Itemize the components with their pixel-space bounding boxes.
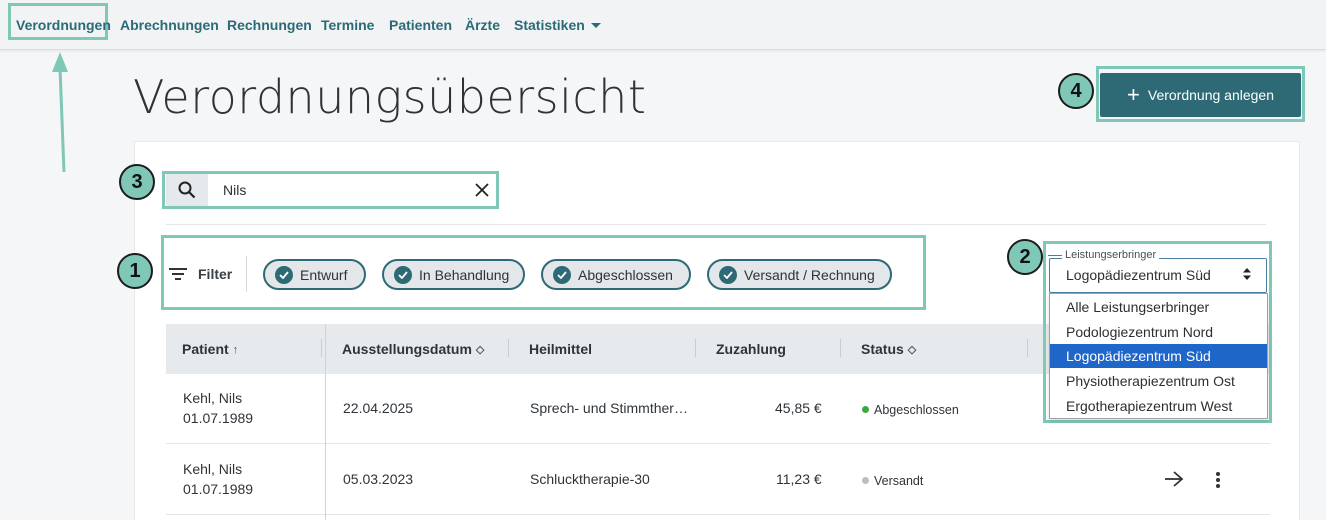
- check-icon: [394, 265, 412, 284]
- nav-item-statistiken-label: Statistiken: [514, 17, 585, 33]
- status-dot-icon: [862, 477, 869, 484]
- provider-dropdown-list: Alle Leistungserbringer Podologiezentrum…: [1049, 293, 1268, 419]
- chip-label: Versandt / Rechnung: [744, 266, 875, 283]
- filter-label[interactable]: Filter: [198, 266, 232, 282]
- column-header-status[interactable]: Status ◇: [861, 341, 916, 357]
- provider-legend: Leistungserbringer: [1062, 249, 1160, 261]
- column-separator: [321, 339, 322, 357]
- nav-item-statistiken[interactable]: Statistiken: [514, 17, 601, 33]
- nav-item-rechnungen[interactable]: Rechnungen: [227, 17, 312, 33]
- status-badge: Abgeschlossen: [862, 401, 959, 417]
- close-icon[interactable]: [474, 182, 490, 198]
- column-separator: [695, 339, 696, 357]
- sort-icon: ◇: [907, 344, 917, 356]
- column-header-date[interactable]: Ausstellungsdatum ◇: [342, 341, 484, 357]
- status-label: Versandt: [874, 474, 924, 488]
- column-separator: [1027, 339, 1028, 357]
- create-button-label: Verordnung anlegen: [1147, 87, 1274, 103]
- copay: 45,85 €: [775, 400, 822, 416]
- nav-item-patienten[interactable]: Patienten: [389, 17, 452, 33]
- nav-item-abrechnungen[interactable]: Abrechnungen: [120, 17, 219, 33]
- filter-chip-abgeschlossen[interactable]: Abgeschlossen: [541, 259, 691, 290]
- patient-dob: 01.07.1989: [183, 481, 254, 497]
- search-icon[interactable]: [166, 174, 208, 206]
- chip-label: Entwurf: [300, 266, 348, 283]
- provider-option[interactable]: Ergotherapiezentrum West: [1050, 394, 1267, 418]
- filter-icon[interactable]: [169, 267, 187, 281]
- sort-icon: ◇: [475, 344, 485, 356]
- provider-option-selected[interactable]: Logopädiezentrum Süd: [1050, 344, 1267, 368]
- check-icon: [553, 265, 571, 284]
- check-icon: [719, 265, 737, 284]
- filter-chip-versandt-rechnung[interactable]: Versandt / Rechnung: [707, 259, 892, 290]
- remedy: Schlucktherapie-30: [530, 471, 650, 487]
- sort-ascending-icon: ↑: [232, 344, 239, 356]
- caret-down-icon: [590, 23, 601, 28]
- legend-line: [1048, 255, 1062, 256]
- nav-item-termine[interactable]: Termine: [321, 17, 374, 33]
- provider-option[interactable]: Alle Leistungserbringer: [1050, 295, 1267, 319]
- annotation-badge-3: 3: [119, 164, 155, 200]
- status-dot-icon: [862, 406, 869, 413]
- table-row[interactable]: [166, 445, 1270, 515]
- annotation-badge-1: 1: [117, 253, 153, 289]
- annotation-badge-4: 4: [1058, 73, 1094, 109]
- chip-label: In Behandlung: [419, 266, 510, 283]
- column-label: Status: [861, 341, 904, 357]
- column-label: Ausstellungsdatum: [342, 341, 472, 357]
- card-divider: [166, 224, 1266, 225]
- column-header-copay[interactable]: Zuzahlung: [716, 341, 786, 357]
- plus-icon: +: [1127, 82, 1140, 107]
- provider-selected-value: Logopädiezentrum Süd: [1066, 267, 1211, 283]
- sticky-column-divider: [325, 324, 326, 520]
- filter-separator: [246, 256, 247, 292]
- issue-date: 05.03.2023: [343, 471, 414, 487]
- status-badge: Versandt: [862, 472, 923, 488]
- nav-item-aerzte[interactable]: Ärzte: [465, 17, 500, 33]
- remedy: Sprech- und Stimmther…: [530, 400, 688, 416]
- provider-option[interactable]: Physiotherapiezentrum Ost: [1050, 369, 1267, 393]
- column-label: Patient: [182, 341, 229, 357]
- column-header-patient[interactable]: Patient ↑: [182, 341, 238, 357]
- filter-chip-entwurf[interactable]: Entwurf: [263, 259, 366, 290]
- status-label: Abgeschlossen: [874, 403, 959, 417]
- patient-name: Kehl, Nils: [183, 390, 243, 406]
- column-separator: [508, 339, 509, 357]
- search-input[interactable]: [208, 174, 496, 206]
- filter-chip-in-behandlung[interactable]: In Behandlung: [382, 259, 525, 290]
- create-prescription-button[interactable]: + Verordnung anlegen: [1100, 73, 1301, 117]
- arrow-right-icon[interactable]: [1164, 471, 1184, 487]
- copay: 11,23 €: [776, 471, 822, 487]
- check-icon: [275, 265, 293, 284]
- nav-item-verordnungen[interactable]: Verordnungen: [16, 17, 111, 33]
- chip-label: Abgeschlossen: [578, 266, 673, 283]
- annotation-arrow: [52, 52, 68, 173]
- provider-option[interactable]: Podologiezentrum Nord: [1050, 320, 1267, 344]
- patient-dob: 01.07.1989: [183, 410, 254, 426]
- column-separator: [840, 339, 841, 357]
- select-arrows-icon: [1243, 268, 1251, 280]
- column-header-remedy[interactable]: Heilmittel: [529, 341, 592, 357]
- patient-name: Kehl, Nils: [183, 461, 243, 477]
- page-title: Verordnungsübersicht: [133, 70, 647, 124]
- more-vertical-icon[interactable]: [1214, 471, 1222, 489]
- annotation-badge-2: 2: [1007, 239, 1043, 275]
- issue-date: 22.04.2025: [343, 400, 414, 416]
